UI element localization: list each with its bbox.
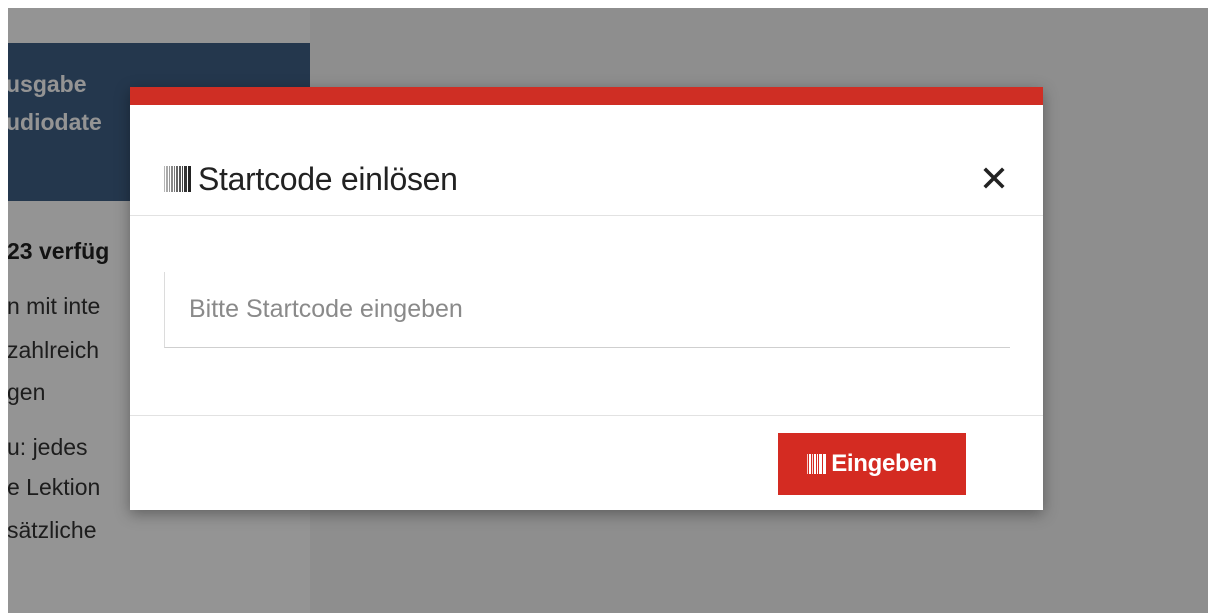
dialog-title-wrap: Startcode einlösen <box>164 163 458 195</box>
dialog-header: Startcode einlösen <box>130 105 1043 216</box>
dialog-title: Startcode einlösen <box>198 161 458 197</box>
barcode-icon <box>807 454 827 474</box>
page-top-edge <box>0 0 1208 8</box>
close-icon <box>983 167 1005 189</box>
barcode-icon <box>164 166 192 192</box>
submit-button[interactable]: Eingeben <box>778 433 966 495</box>
close-button[interactable] <box>979 163 1009 193</box>
startcode-input[interactable] <box>164 272 1010 348</box>
dialog-body <box>130 217 1043 416</box>
startcode-dialog: Startcode einlösen Eingeben <box>130 87 1043 510</box>
submit-button-label: Eingeben <box>831 450 937 477</box>
page-left-edge <box>0 0 8 613</box>
dialog-accent-bar <box>130 87 1043 105</box>
